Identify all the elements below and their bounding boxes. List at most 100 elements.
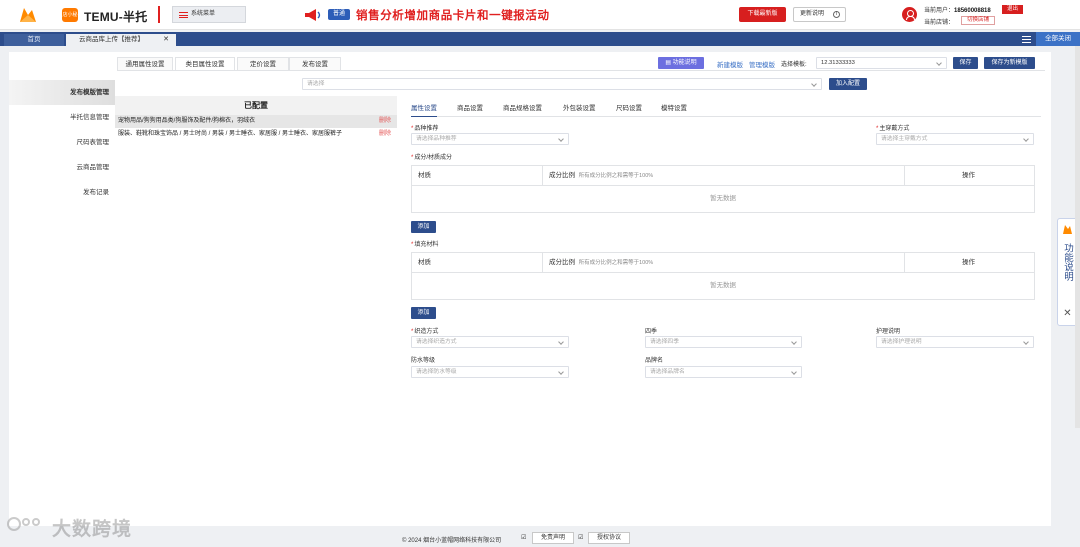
chevron-down-icon xyxy=(558,339,564,345)
list-item-label: 服装、鞋靴和珠宝饰品 / 男士时尚 / 男装 / 男士睡衣、家居服 / 男士睡衣… xyxy=(118,131,343,137)
chevron-down-icon xyxy=(936,60,942,66)
store-label: 当前店铺： xyxy=(924,20,955,26)
func-desc-button[interactable]: ▤ 功能说明 xyxy=(658,57,704,69)
save-button[interactable]: 保存 xyxy=(953,57,978,69)
col-ratio: 成分比例 所有成分比例之和需等于100% xyxy=(549,259,654,266)
delete-link[interactable]: 删除 xyxy=(379,128,391,141)
tab-attr[interactable]: 属性设置 xyxy=(411,101,437,117)
avatar[interactable] xyxy=(902,7,917,22)
help-float-panel[interactable]: 功能说明 ✕ xyxy=(1057,218,1076,326)
chevron-down-icon xyxy=(1023,136,1029,142)
tab-category-attr[interactable]: 类目属性设置 xyxy=(175,57,235,71)
main-wear-label: *主穿戴方式 xyxy=(876,126,910,132)
divider xyxy=(117,70,1045,71)
divider xyxy=(542,253,543,273)
water-label: 防水等级 xyxy=(411,358,436,364)
system-menu-label: 系统菜单 xyxy=(191,11,216,17)
tab-product[interactable]: 商品设置 xyxy=(457,101,483,117)
tab-model[interactable]: 模特设置 xyxy=(661,101,687,117)
top-bar: 店小秘 TEMU-半托 系统菜单 普通 销售分析增加商品卡片和一键报活动 下载最… xyxy=(0,0,1080,30)
tab-cloud-upload[interactable]: 云商品库上传【推荐】 ✕ xyxy=(66,34,176,46)
chevron-down-icon xyxy=(1023,339,1029,345)
notice-text[interactable]: 销售分析增加商品卡片和一键报活动 xyxy=(356,7,550,23)
col-ratio: 成分比例 所有成分比例之和需等于100% xyxy=(549,172,654,179)
season-placeholder: 请选择四季 xyxy=(650,339,679,345)
nav-size-chart[interactable]: 尺码表管理 xyxy=(9,130,115,155)
user-value: 18560008818 xyxy=(954,8,991,14)
nav-semi-managed-info[interactable]: 半托信息管理 xyxy=(9,105,115,130)
fill-table: 材质 成分比例 所有成分比例之和需等于100% 操作 暂无数据 xyxy=(411,252,1035,300)
license-button[interactable]: 授权协议 xyxy=(588,532,630,544)
add-fill-button[interactable]: 添加 xyxy=(411,307,436,319)
user-label: 当前用户： xyxy=(924,8,955,14)
switch-store-button[interactable]: 切换店铺 xyxy=(961,16,995,25)
tab-size[interactable]: 尺码设置 xyxy=(616,101,642,117)
col-action: 操作 xyxy=(962,259,975,266)
close-icon[interactable]: ✕ xyxy=(163,34,169,46)
delete-link[interactable]: 删除 xyxy=(379,115,391,128)
app-logo-icon xyxy=(20,8,36,22)
tab-bar: 首页 云商品库上传【推荐】 ✕ xyxy=(0,32,1080,46)
care-select[interactable]: 请选择护理说明 xyxy=(876,336,1034,348)
brand-select[interactable]: 请选择品牌名 xyxy=(645,366,802,378)
notice-tag: 普通 xyxy=(328,9,350,20)
update-notes-button[interactable]: 更新说明 i xyxy=(793,7,846,22)
tab-list-icon[interactable] xyxy=(1022,36,1031,43)
tab-cloud-upload-label: 云商品库上传【推荐】 xyxy=(79,36,144,43)
col-material: 材质 xyxy=(418,259,431,266)
add-config-button[interactable]: 加入配置 xyxy=(829,78,867,90)
close-all-tabs-button[interactable]: 全部关闭 xyxy=(1036,32,1080,46)
update-notes-label: 更新说明 xyxy=(800,11,825,17)
menu-icon xyxy=(179,12,188,18)
check-icon: ☑ xyxy=(578,535,584,541)
main-wear-select[interactable]: 请选择主穿戴方式 xyxy=(876,133,1034,145)
style-select[interactable]: 请选择品种推荐 xyxy=(411,133,569,145)
table-header: 材质 成分比例 所有成分比例之和需等于100% 操作 xyxy=(412,253,1034,273)
weave-placeholder: 请选择织造方式 xyxy=(416,339,457,345)
weave-label: *织造方式 xyxy=(411,329,439,335)
material-label: *成分/材质成分 xyxy=(411,155,453,161)
info-icon: i xyxy=(833,11,840,18)
category-select[interactable]: 请选择 xyxy=(302,78,822,90)
save-as-new-button[interactable]: 保存为新模版 xyxy=(984,57,1035,69)
tab-common-attr[interactable]: 通用属性设置 xyxy=(117,57,173,71)
nav-publish-log[interactable]: 发布记录 xyxy=(9,180,115,205)
configured-title: 已配置 xyxy=(115,96,397,115)
help-float-label: 功能说明 xyxy=(1062,243,1073,281)
chevron-down-icon xyxy=(558,136,564,142)
logout-button[interactable]: 退出 xyxy=(1002,5,1023,14)
tab-spec[interactable]: 商品规格设置 xyxy=(503,101,542,117)
doc-icon: ▤ xyxy=(665,60,673,66)
water-select[interactable]: 请选择防水等级 xyxy=(411,366,569,378)
empty-state: 暂无数据 xyxy=(710,195,736,202)
new-template-link[interactable]: 新建模版 xyxy=(717,59,743,69)
template-select[interactable]: 12.31333333 xyxy=(816,57,947,69)
download-latest-button[interactable]: 下载最新版 xyxy=(739,7,786,22)
system-menu-button[interactable]: 系统菜单 xyxy=(172,6,246,23)
manage-template-link[interactable]: 管理模版 xyxy=(749,59,775,69)
add-material-button[interactable]: 添加 xyxy=(411,221,436,233)
tab-pricing[interactable]: 定价设置 xyxy=(237,57,289,71)
weave-select[interactable]: 请选择织造方式 xyxy=(411,336,569,348)
col-material: 材质 xyxy=(418,172,431,179)
list-item[interactable]: 宠物用品/狗狗用品类/狗服饰及配件/狗棉衣，羽绒衣 删除 xyxy=(115,115,397,128)
attribute-tabs: 属性设置 商品设置 商品规格设置 外包装设置 尺码设置 模特设置 xyxy=(411,101,1041,117)
func-desc-label: 功能说明 xyxy=(672,60,697,66)
disclaimer-button[interactable]: 免责声明 xyxy=(532,532,574,544)
app-logo-icon xyxy=(1063,225,1072,234)
tab-package[interactable]: 外包装设置 xyxy=(563,101,596,117)
category-select-placeholder: 请选择 xyxy=(307,81,325,87)
tab-publish[interactable]: 发布设置 xyxy=(289,57,341,71)
season-select[interactable]: 请选择四季 xyxy=(645,336,802,348)
scrollbar[interactable] xyxy=(1075,46,1080,428)
divider xyxy=(542,166,543,186)
tab-home[interactable]: 首页 xyxy=(4,34,64,46)
list-item[interactable]: 服装、鞋靴和珠宝饰品 / 男士时尚 / 男装 / 男士睡衣、家居服 / 男士睡衣… xyxy=(115,128,397,141)
style-label: *品种推荐 xyxy=(411,126,439,132)
material-table: 材质 成分比例 所有成分比例之和需等于100% 操作 暂无数据 xyxy=(411,165,1035,213)
template-select-value: 12.31333333 xyxy=(821,60,855,66)
nav-cloud-products[interactable]: 云商品管理 xyxy=(9,155,115,180)
nav-template-manage[interactable]: 发布模版管理 xyxy=(9,80,115,105)
divider xyxy=(158,6,160,23)
style-placeholder: 请选择品种推荐 xyxy=(416,136,457,142)
